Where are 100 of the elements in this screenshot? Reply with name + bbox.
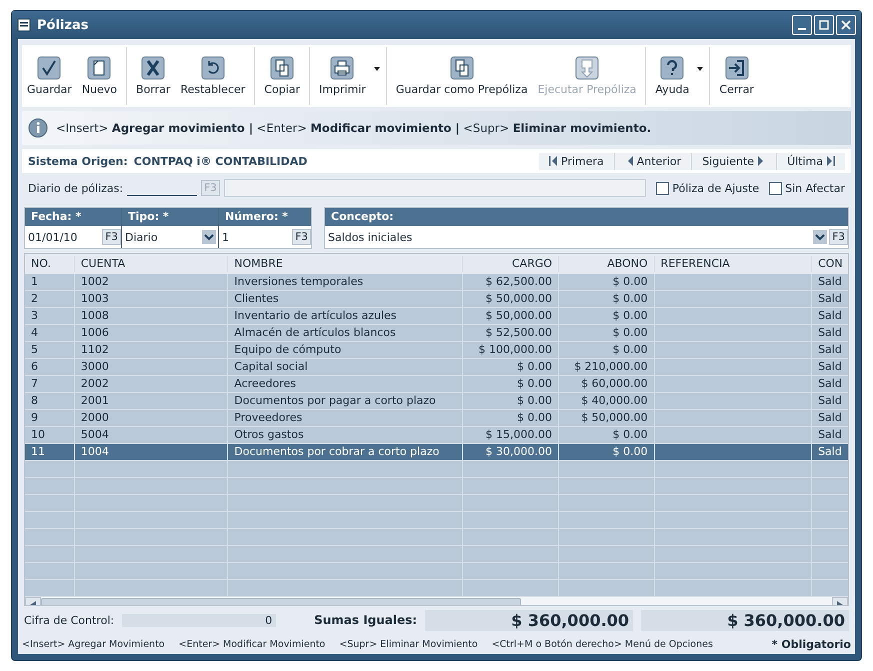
field-label: Concepto: xyxy=(325,208,848,226)
table-row[interactable]: 5 1102 Equipo de cómputo $ 100,000.00 $ 0.00 Sald xyxy=(25,342,848,359)
table-cell: $ 0.00 xyxy=(559,325,655,341)
maximize-button[interactable] xyxy=(814,15,834,35)
table-cell: 3000 xyxy=(74,359,228,375)
column-header[interactable]: CUENTA xyxy=(74,256,228,272)
toolbar-button[interactable]: Borrar xyxy=(126,47,176,105)
field-label: Tipo: * xyxy=(122,208,218,226)
table-cell-text: Sald xyxy=(817,342,843,358)
checkbox-label: Póliza de Ajuste xyxy=(672,182,760,194)
table-row[interactable]: 6 3000 Capital social $ 0.00 $ 210,000.00 Sald xyxy=(25,359,848,376)
minimize-icon xyxy=(798,28,806,30)
checkbox[interactable] xyxy=(769,182,782,194)
table-row[interactable]: 3 1008 Inventario de artículos azules $ 50,000.00 $ 0.00 Sald xyxy=(25,308,848,325)
table-cell: Documentos por pagar a corto plazo xyxy=(228,393,464,409)
table-cell: Clientes xyxy=(228,291,464,307)
table-cell: $ 52,500.00 xyxy=(463,325,560,341)
table-cell: $ 15,000.00 xyxy=(463,427,560,443)
f3-button[interactable]: F3 xyxy=(102,229,121,245)
table-row[interactable]: 11 1004 Documentos por cobrar a corto plazo $ 30,000.00 $ 0.00 Sald xyxy=(25,444,848,461)
toolbar-button[interactable]: Guardar como Prepóliza xyxy=(386,47,533,105)
toolbar-button[interactable]: Nuevo xyxy=(76,47,122,105)
column-header[interactable]: REFERENCIA xyxy=(654,256,812,272)
table-cell: $ 100,000.00 xyxy=(463,342,560,358)
f3-button[interactable]: F3 xyxy=(292,229,311,245)
toolbar-button[interactable]: Ayuda xyxy=(645,47,706,105)
maximize-icon xyxy=(819,20,829,30)
navigation-button[interactable]: Anterior xyxy=(614,152,692,170)
table-cell: $ 0.00 xyxy=(559,308,655,324)
table-row[interactable]: 1 1002 Inversiones temporales $ 62,500.00 $ 0.00 Sald xyxy=(25,274,848,291)
diario-label: Diario de pólizas: xyxy=(28,182,124,194)
navigation-button[interactable]: Última xyxy=(776,152,845,170)
table-row[interactable]: 2 1003 Clientes $ 50,000.00 $ 0.00 Sald xyxy=(25,291,848,308)
table-cell: $ 0.00 xyxy=(463,393,560,409)
info-message: <Insert> Agregar movimiento | <Enter> Modificar movimiento | <Supr> Eliminar movimiento. xyxy=(56,121,652,135)
toolbar-button[interactable]: Cerrar xyxy=(709,47,759,105)
table-cell: 4 xyxy=(25,325,75,341)
caret-icon xyxy=(374,67,380,71)
table-row[interactable]: 7 2002 Acreedores $ 0.00 $ 60,000.00 Sald xyxy=(25,376,848,393)
table-cell: 1004 xyxy=(74,444,228,460)
table-cell: 1002 xyxy=(74,274,228,290)
table-row[interactable]: 10 5004 Otros gastos $ 15,000.00 $ 0.00 Sald xyxy=(25,427,848,444)
origin-value: CONTPAQ i® CONTABILIDAD xyxy=(134,154,308,168)
close-icon xyxy=(841,20,851,30)
toolbar-button[interactable]: Copiar xyxy=(254,47,306,105)
table-cell: Inversiones temporales xyxy=(228,274,464,290)
table-cell: $ 50,000.00 xyxy=(559,410,655,426)
table-cell: 7 xyxy=(25,376,75,392)
toolbar-button[interactable]: Imprimir xyxy=(309,47,382,105)
table-cell-text: Sald xyxy=(817,359,843,375)
table-cell: $ 0.00 xyxy=(559,291,655,307)
table-cell-text: Sald xyxy=(817,376,843,392)
column-header[interactable]: NOMBRE xyxy=(228,256,464,272)
shortcut-hint: <Supr> Eliminar Movimiento xyxy=(339,638,478,650)
field-label: Número: * xyxy=(219,208,311,226)
table-cell: 6 xyxy=(25,359,75,375)
toolbar-button[interactable]: Guardar xyxy=(22,47,77,105)
checkbox[interactable] xyxy=(656,182,670,194)
table-cell: Documentos por cobrar a corto plazo xyxy=(228,444,464,460)
first-page-icon xyxy=(549,156,557,166)
table-cell: Almacén de artículos blancos xyxy=(228,325,464,341)
table-cell: $ 50,000.00 xyxy=(463,291,560,307)
column-header[interactable]: ABONO xyxy=(559,256,655,272)
caret-icon xyxy=(697,67,704,71)
table-cell: $ 0.00 xyxy=(559,427,655,443)
table-cell: Capital social xyxy=(228,359,464,375)
table-cell-text: Sald xyxy=(817,427,843,443)
window-title: Pólizas xyxy=(37,18,90,32)
diario-name-field[interactable] xyxy=(224,179,646,197)
checkbox-label: Sin Afectar xyxy=(785,182,845,194)
table-cell: 2001 xyxy=(74,393,228,409)
page-icon xyxy=(87,56,112,80)
column-header[interactable]: CON xyxy=(812,256,848,272)
close-button[interactable] xyxy=(836,15,856,35)
check-icon xyxy=(37,56,62,80)
table-row[interactable]: 9 2000 Proveedores $ 0.00 $ 50,000.00 Sald xyxy=(25,410,848,427)
table-row[interactable]: 4 1006 Almacén de artículos blancos $ 52,500.00 $ 0.00 Sald xyxy=(25,325,848,342)
column-header[interactable]: NO. xyxy=(25,256,75,272)
sums-label: Sumas Iguales: xyxy=(314,613,418,627)
x-icon xyxy=(141,56,166,80)
table-row[interactable]: 8 2001 Documentos por pagar a corto plazo $ 0.00 $ 40,000.00 Sald xyxy=(25,393,848,410)
last-page-icon xyxy=(827,156,835,166)
printer-icon xyxy=(330,56,354,80)
column-header[interactable]: CARGO xyxy=(463,256,560,272)
table-cell: 2002 xyxy=(74,376,228,392)
navigation-button[interactable]: Siguiente xyxy=(691,152,776,170)
navigation-button[interactable]: Primera xyxy=(539,152,614,170)
f3-button[interactable]: F3 xyxy=(829,229,848,245)
table-cell: $ 30,000.00 xyxy=(463,444,560,460)
table-cell: $ 210,000.00 xyxy=(559,359,655,375)
table-cell: $ 0.00 xyxy=(559,274,655,290)
exit-icon xyxy=(724,56,749,80)
table-cell: 1008 xyxy=(74,308,228,324)
minimize-button[interactable] xyxy=(792,15,812,35)
table-cell: 5004 xyxy=(74,427,228,443)
table-cell: 3 xyxy=(25,308,75,324)
field-label: Fecha: * xyxy=(25,208,121,226)
toolbar-button[interactable]: Restablecer xyxy=(175,47,250,105)
help-icon xyxy=(660,56,684,80)
table-cell: 10 xyxy=(25,427,75,443)
